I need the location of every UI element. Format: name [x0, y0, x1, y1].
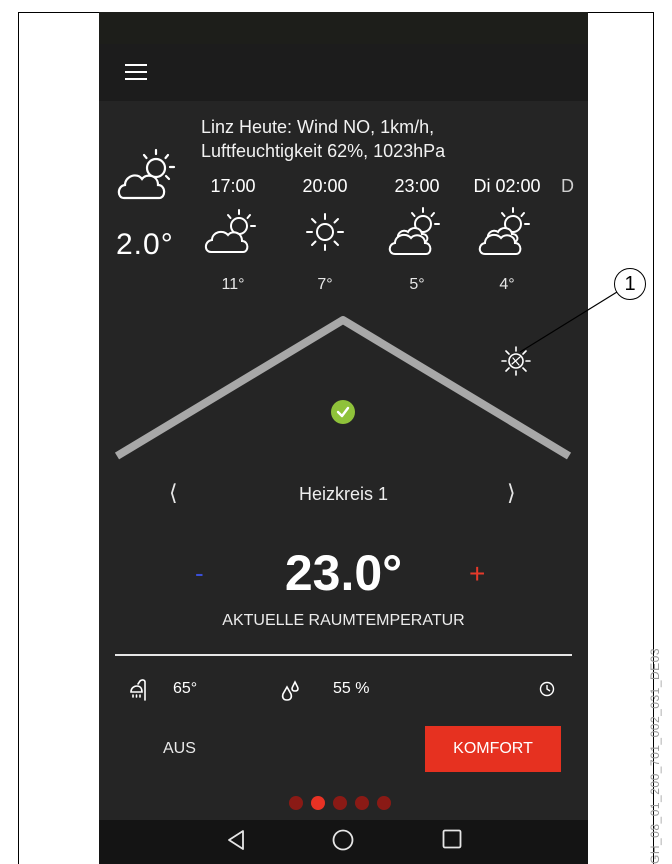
- off-mode-button[interactable]: AUS: [163, 740, 196, 758]
- phone-screen: 2.0° Linz Heute: Wind NO, 1km/h, Luftfeu…: [99, 12, 588, 864]
- forecast-temp: 7°: [317, 276, 333, 293]
- forecast-time: 20:00: [302, 176, 348, 196]
- cloudy-sun-icon: [457, 200, 557, 264]
- weather-summary-line2: Luftfeuchtigkeit 62%, 1023hPa: [201, 141, 446, 161]
- page-indicator: [289, 796, 391, 810]
- cloudy-sun-icon: [367, 200, 467, 264]
- forecast-item: 23:00 5°: [367, 176, 467, 294]
- circuit-selector: ⟨ Heizkreis 1 ⟩: [99, 480, 588, 510]
- hot-water-temperature: 65°: [173, 680, 198, 697]
- room-temperature-label: AKTUELLE RAUMTEMPERATUR: [222, 612, 465, 629]
- page-dot[interactable]: [355, 796, 369, 810]
- forecast-temp: 4°: [499, 276, 515, 293]
- forecast-item: 17:00 11°: [183, 176, 283, 294]
- current-temperature: 2.0°: [116, 228, 174, 261]
- page-dot[interactable]: [289, 796, 303, 810]
- recents-icon[interactable]: [441, 828, 463, 855]
- humidity-value: 55 %: [333, 680, 370, 697]
- callout-marker: 1: [614, 268, 646, 300]
- menu-icon[interactable]: [125, 64, 147, 82]
- forecast-item: 20:00 7°: [275, 176, 375, 294]
- page-dot[interactable]: [333, 796, 347, 810]
- document-code: GH_08_01_200_701_002_031_DE03: [648, 647, 662, 864]
- system-nav-bar: [99, 820, 588, 864]
- back-icon[interactable]: [225, 828, 247, 857]
- weather-summary-line1: Linz Heute: Wind NO, 1km/h,: [201, 117, 435, 137]
- next-circuit-button[interactable]: ⟩: [507, 480, 516, 506]
- forecast-item: Di 02:00 4°: [457, 176, 557, 294]
- comfort-mode-button[interactable]: KOMFORT: [425, 726, 561, 772]
- clock-icon[interactable]: [539, 681, 555, 702]
- forecast-temp: 11°: [221, 276, 245, 293]
- house-roof: [114, 316, 572, 460]
- home-icon[interactable]: [331, 828, 355, 857]
- weather-summary: Linz Heute: Wind NO, 1km/h, Luftfeuchtig…: [201, 115, 445, 163]
- sun-gear-icon[interactable]: [499, 344, 533, 383]
- forecast-time: Di 02:00: [473, 176, 541, 196]
- droplets-icon: [279, 678, 303, 707]
- divider: [115, 654, 572, 656]
- sun-icon: [275, 200, 375, 264]
- app-bar: [99, 44, 588, 101]
- page-dot-active[interactable]: [311, 796, 325, 810]
- increase-temperature-button[interactable]: +: [469, 558, 485, 590]
- room-temperature: 23.0°: [284, 545, 403, 601]
- forecast-item-partial: D: [561, 176, 574, 196]
- info-row: 65° 55 %: [99, 678, 588, 708]
- forecast-temp: 5°: [409, 276, 425, 293]
- forecast-time: 23:00: [394, 176, 440, 196]
- check-icon: [331, 400, 355, 424]
- page-dot[interactable]: [377, 796, 391, 810]
- partly-cloudy-icon: [116, 142, 182, 211]
- forecast-time: 17:00: [210, 176, 256, 196]
- shower-icon: [129, 678, 151, 707]
- status-bar: [99, 12, 588, 44]
- partly-cloudy-icon: [183, 200, 283, 264]
